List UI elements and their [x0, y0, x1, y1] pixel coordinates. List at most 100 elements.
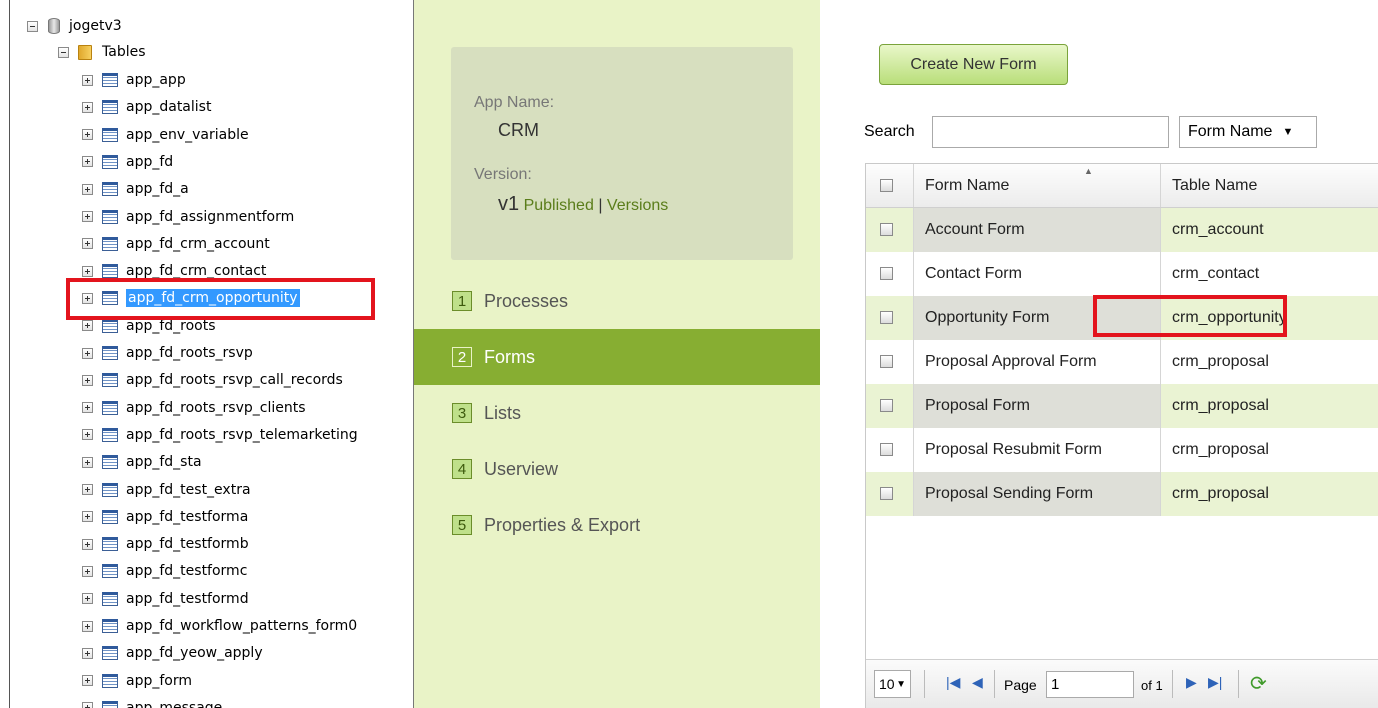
tree-node-table[interactable]: app_fd_roots_rsvp [82, 341, 253, 365]
nav-item-properties-export[interactable]: 5 Properties & Export [414, 497, 821, 553]
cell-form-name[interactable]: Account Form [913, 208, 1160, 252]
table-icon [102, 236, 118, 251]
expand-icon[interactable] [82, 347, 93, 359]
table-name: app_fd_test_extra [126, 481, 251, 498]
expand-icon[interactable] [82, 484, 93, 495]
expand-icon[interactable] [82, 74, 93, 86]
next-page-icon[interactable]: ▶ [1186, 674, 1197, 691]
tree-node-table[interactable]: app_fd_testforma [82, 505, 248, 529]
cell-form-name[interactable]: Proposal Form [913, 384, 1160, 428]
tree-node-table[interactable]: app_fd_yeow_apply [82, 641, 263, 665]
expand-icon[interactable] [82, 402, 93, 414]
tree-node-table[interactable]: app_env_variable [82, 123, 249, 147]
published-link[interactable]: Published [524, 197, 594, 214]
tree-node-table[interactable]: app_fd [82, 150, 173, 174]
expand-icon[interactable] [82, 238, 93, 250]
refresh-icon[interactable]: ⟳ [1250, 671, 1267, 696]
tree-node-table[interactable]: app_message [82, 696, 222, 708]
table-icon [102, 182, 118, 197]
first-page-icon[interactable]: |◀ [946, 674, 960, 691]
row-checkbox[interactable] [880, 267, 893, 280]
table-row[interactable]: Proposal Approval Form crm_proposal [866, 340, 1378, 384]
row-checkbox[interactable] [880, 487, 893, 500]
dropdown-caret-icon: ▼ [1282, 126, 1294, 138]
row-checkbox[interactable] [880, 399, 893, 412]
tree-node-table[interactable]: app_datalist [82, 95, 211, 119]
column-header-label: Form Name [925, 176, 1010, 194]
expand-icon[interactable] [82, 211, 93, 222]
row-checkbox[interactable] [880, 355, 893, 368]
versions-link[interactable]: Versions [607, 197, 668, 214]
select-all-checkbox[interactable] [880, 179, 893, 192]
row-checkbox[interactable] [880, 443, 893, 456]
version-label: Version: [474, 166, 532, 183]
search-field-select[interactable]: Form Name ▼ [1179, 116, 1317, 148]
tree-node-table[interactable]: app_fd_a [82, 177, 189, 201]
table-name: app_fd_roots_rsvp_telemarketing [126, 426, 358, 443]
table-row[interactable]: Account Form crm_account [866, 208, 1378, 252]
tree-node-table[interactable]: app_fd_testformc [82, 559, 247, 583]
app-nav-panel: App Name: CRM Version: v1 Published | Ve… [413, 0, 835, 708]
tree-node-table[interactable]: app_fd_testformd [82, 587, 249, 611]
cell-form-name[interactable]: Proposal Approval Form [913, 340, 1160, 384]
table-row[interactable]: Proposal Form crm_proposal [866, 384, 1378, 428]
tree-node-table[interactable]: app_fd_sta [82, 450, 202, 474]
cell-form-name[interactable]: Proposal Sending Form [913, 472, 1160, 516]
expand-icon[interactable] [82, 702, 93, 708]
version-value: v1 [498, 193, 520, 215]
prev-page-icon[interactable]: ◀ [972, 674, 983, 691]
last-page-icon[interactable]: ▶| [1208, 674, 1222, 691]
tree-node-table[interactable]: app_fd_roots_rsvp_telemarketing [82, 423, 358, 447]
tree-node-table[interactable]: app_app [82, 68, 186, 92]
expand-icon[interactable] [82, 620, 93, 632]
nav-item-forms[interactable]: 2 Forms [414, 329, 835, 385]
column-header-form-name[interactable]: Form Name ▲ [913, 164, 1160, 207]
cell-table-name: crm_contact [1160, 252, 1378, 296]
table-row[interactable]: Proposal Sending Form crm_proposal [866, 472, 1378, 516]
tree-node-table[interactable]: app_fd_test_extra [82, 478, 251, 502]
tree-node-table[interactable]: app_fd_testformb [82, 532, 249, 556]
table-row[interactable]: Proposal Resubmit Form crm_proposal [866, 428, 1378, 472]
expand-icon[interactable] [82, 429, 93, 441]
expand-icon[interactable] [82, 538, 93, 550]
row-checkbox[interactable] [880, 223, 893, 236]
tree-node-database[interactable]: jogetv3 [27, 14, 122, 38]
tree-node-tables-folder[interactable]: Tables [58, 40, 146, 64]
expand-icon[interactable] [82, 129, 93, 141]
expand-icon[interactable] [82, 456, 93, 468]
expand-icon[interactable] [82, 374, 93, 386]
expand-icon[interactable] [82, 647, 93, 659]
expand-icon[interactable] [82, 101, 93, 113]
expand-icon[interactable] [82, 593, 93, 605]
column-header-table-name[interactable]: Table Name [1160, 164, 1378, 207]
search-input[interactable] [932, 116, 1169, 148]
sort-ascending-icon: ▲ [1084, 166, 1093, 176]
expand-icon[interactable] [82, 156, 93, 168]
expand-icon[interactable] [82, 675, 93, 687]
nav-item-userview[interactable]: 4 Userview [414, 441, 821, 497]
nav-item-lists[interactable]: 3 Lists [414, 385, 821, 441]
page-number-input[interactable]: 1 [1046, 671, 1134, 698]
table-row[interactable]: Contact Form crm_contact [866, 252, 1378, 296]
nav-item-processes[interactable]: 1 Processes [414, 273, 821, 329]
nav-label: Lists [484, 402, 522, 423]
row-checkbox[interactable] [880, 311, 893, 324]
expand-icon[interactable] [82, 320, 93, 332]
expand-icon[interactable] [82, 565, 93, 577]
tree-node-table[interactable]: app_fd_roots_rsvp_call_records [82, 368, 343, 392]
tree-node-table[interactable]: app_fd_assignmentform [82, 205, 294, 229]
collapse-icon[interactable] [27, 20, 38, 32]
page-size-select[interactable]: 10 ▼ [874, 670, 911, 698]
tree-node-table[interactable]: app_form [82, 669, 192, 693]
tree-node-table[interactable]: app_fd_crm_account [82, 232, 270, 256]
cell-form-name[interactable]: Contact Form [913, 252, 1160, 296]
expand-icon[interactable] [82, 183, 93, 195]
collapse-icon[interactable] [58, 46, 69, 58]
expand-icon[interactable] [82, 265, 93, 277]
tree-node-table[interactable]: app_fd_workflow_patterns_form0 [82, 614, 357, 638]
cell-form-name[interactable]: Proposal Resubmit Form [913, 428, 1160, 472]
expand-icon[interactable] [82, 511, 93, 523]
tree-node-table[interactable]: app_fd_roots_rsvp_clients [82, 396, 306, 420]
table-name: app_message [126, 699, 223, 708]
create-new-form-button[interactable]: Create New Form [879, 44, 1068, 85]
